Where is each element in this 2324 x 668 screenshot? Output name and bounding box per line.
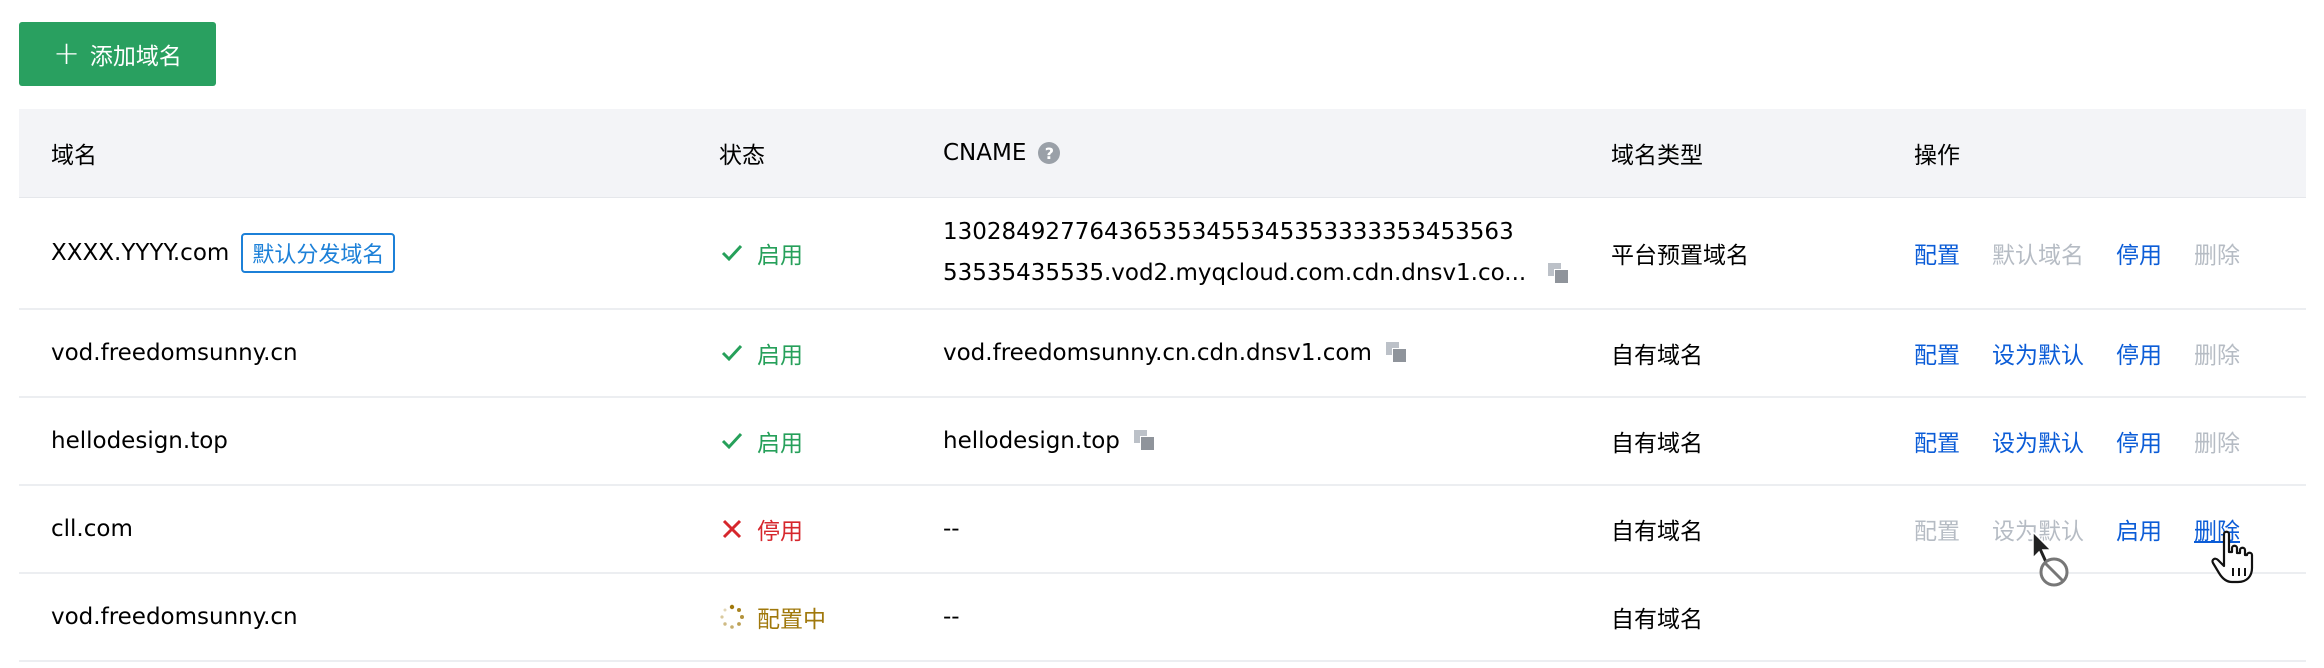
delete-link: 删除 xyxy=(2194,431,2240,457)
copy-icon[interactable] xyxy=(1547,262,1570,285)
add-domain-button[interactable]: + 添加域名 xyxy=(19,22,216,86)
domain-table: 域名 状态 CNAME ? 域名类型 操作 XXXX.YYYY.com 默认分发… xyxy=(19,109,2306,662)
status-label: 配置中 xyxy=(757,607,826,633)
type-cell: 自有域名 xyxy=(1611,519,1703,545)
disable-link[interactable]: 停用 xyxy=(2116,236,2162,270)
cname-line-2-wrap: 53535435535.vod2.myqcloud.com.cdn.dnsv1.… xyxy=(943,253,1570,294)
pointer-hand-cursor-icon xyxy=(2211,530,2254,584)
status-cell: 启用 xyxy=(719,198,803,308)
header-cname-label: CNAME xyxy=(943,140,1027,166)
ops-cell: 配置 设为默认 停用 删除 xyxy=(1914,398,2240,484)
header-ops: 操作 xyxy=(1914,143,1960,169)
header-type: 域名类型 xyxy=(1611,143,1703,169)
close-icon xyxy=(719,516,745,542)
enable-link[interactable]: 启用 xyxy=(2116,512,2162,546)
check-icon xyxy=(719,240,745,266)
cname-value: vod.freedomsunny.cn.cdn.dnsv1.com xyxy=(943,340,1372,366)
domain-name: XXXX.YYYY.com xyxy=(51,240,230,266)
configure-link[interactable]: 配置 xyxy=(1914,336,1960,370)
table-header: 域名 状态 CNAME ? 域名类型 操作 xyxy=(19,109,2306,198)
cname-line-1: 130284927764365353455345353333353453563 xyxy=(943,219,1514,245)
type-cell: 自有域名 xyxy=(1611,431,1703,457)
status-cell: 停用 xyxy=(719,486,803,572)
type-cell: 平台预置域名 xyxy=(1611,243,1749,269)
disable-link[interactable]: 停用 xyxy=(2116,336,2162,370)
set-default-link[interactable]: 设为默认 xyxy=(1992,424,2084,458)
delete-link: 删除 xyxy=(2194,243,2240,269)
disable-link[interactable]: 停用 xyxy=(2116,424,2162,458)
ops-cell: 配置 默认域名 停用 删除 xyxy=(1914,198,2240,308)
loading-icon xyxy=(719,604,745,630)
header-status: 状态 xyxy=(719,143,765,169)
domain-name: hellodesign.top xyxy=(51,428,228,454)
table-row: cll.com 停用 -- 自有域名 配置 设为默认 启用 删除 xyxy=(19,486,2306,574)
default-domain-link: 默认域名 xyxy=(1992,243,2084,269)
cname-value: -- xyxy=(943,516,960,542)
copy-icon[interactable] xyxy=(1133,430,1156,452)
default-badge: 默认分发域名 xyxy=(241,233,396,273)
domain-name: vod.freedomsunny.cn xyxy=(51,604,298,630)
type-cell: 自有域名 xyxy=(1611,343,1703,369)
cname-cell: vod.freedomsunny.cn.cdn.dnsv1.com xyxy=(943,310,1408,396)
type-cell: 自有域名 xyxy=(1611,607,1703,633)
check-icon xyxy=(719,428,745,454)
add-domain-label: 添加域名 xyxy=(89,44,182,70)
cname-cell: hellodesign.top xyxy=(943,398,1156,484)
help-icon[interactable]: ? xyxy=(1038,142,1061,164)
cname-line-2: 53535435535.vod2.myqcloud.com.cdn.dnsv1.… xyxy=(943,260,1527,286)
status-cell: 启用 xyxy=(719,398,803,484)
configure-link[interactable]: 配置 xyxy=(1914,236,1960,270)
copy-icon[interactable] xyxy=(1385,342,1408,364)
table-row: hellodesign.top 启用 hellodesign.top 自有域名 … xyxy=(19,398,2306,486)
set-default-link[interactable]: 设为默认 xyxy=(1992,336,2084,370)
status-label: 启用 xyxy=(757,343,803,369)
status-label: 停用 xyxy=(757,519,803,545)
status-label: 启用 xyxy=(757,431,803,457)
status-cell: 启用 xyxy=(719,310,803,396)
delete-link: 删除 xyxy=(2194,343,2240,369)
table-row: XXXX.YYYY.com 默认分发域名 启用 1302849277643653… xyxy=(19,198,2306,310)
ops-cell: 配置 设为默认 停用 删除 xyxy=(1914,310,2240,396)
status-label: 启用 xyxy=(757,243,803,269)
table-row: vod.freedomsunny.cn 启用 vod.freedomsunny.… xyxy=(19,310,2306,398)
not-allowed-cursor-icon xyxy=(2032,530,2069,587)
header-domain: 域名 xyxy=(51,143,97,169)
header-cname: CNAME ? xyxy=(943,109,1061,197)
table-row: vod.freedomsunny.cn 配置中 -- 自有域名 xyxy=(19,574,2306,662)
status-cell: 配置中 xyxy=(719,574,826,660)
plus-icon: + xyxy=(53,34,80,72)
domain-name: vod.freedomsunny.cn xyxy=(51,340,298,366)
configure-link[interactable]: 配置 xyxy=(1914,424,1960,458)
cname-value: -- xyxy=(943,604,960,630)
ops-cell: 配置 设为默认 启用 删除 xyxy=(1914,486,2240,572)
domain-cell: XXXX.YYYY.com 默认分发域名 xyxy=(51,198,396,308)
cname-value: hellodesign.top xyxy=(943,428,1120,454)
cname-cell: 130284927764365353455345353333353453563 … xyxy=(943,198,1570,308)
domain-name: cll.com xyxy=(51,516,133,542)
configure-link: 配置 xyxy=(1914,519,1960,545)
check-icon xyxy=(719,340,745,366)
